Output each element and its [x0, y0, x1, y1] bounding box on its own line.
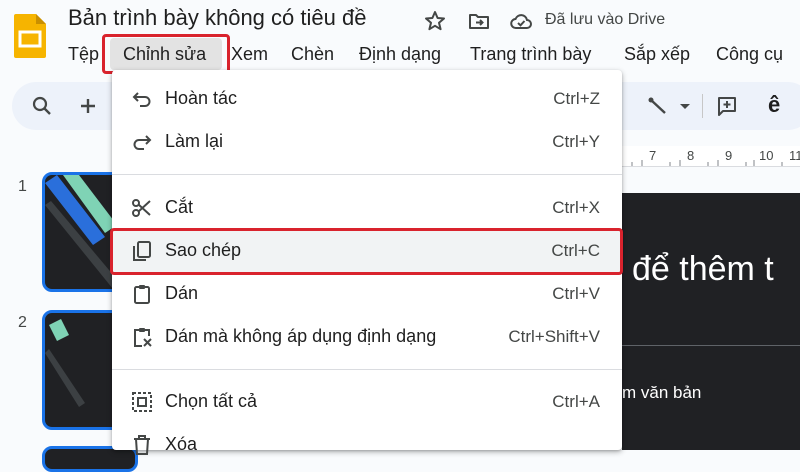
- undo-icon: [132, 92, 151, 107]
- menu-item-label: Làm lại: [165, 131, 224, 151]
- menu-tools[interactable]: Công cụ: [716, 40, 783, 68]
- menu-item-cut[interactable]: Cắt Ctrl+X: [112, 187, 622, 229]
- menu-separator: [112, 369, 622, 370]
- menu-item-label: Chọn tất cả: [165, 391, 258, 411]
- menu-item-undo[interactable]: Hoàn tác Ctrl+Z: [112, 78, 622, 120]
- star-icon[interactable]: [423, 9, 447, 33]
- menu-slide[interactable]: Trang trình bày: [470, 40, 591, 68]
- menu-edit-highlight: [102, 34, 230, 74]
- line-tool-icon[interactable]: [646, 94, 670, 118]
- slides-logo-icon[interactable]: [14, 14, 46, 58]
- menu-item-select-all[interactable]: Chọn tất cả Ctrl+A: [112, 381, 622, 423]
- trash-icon: [134, 435, 150, 455]
- scissors-icon: [132, 199, 151, 217]
- clipboard-icon: [134, 285, 150, 304]
- horizontal-ruler: 7 8 9 10 11: [622, 146, 800, 167]
- menu-item-label: Dán mà không áp dụng định dạng: [165, 326, 437, 346]
- text-input-tools-button[interactable]: ê: [768, 92, 780, 118]
- menu-item-shortcut: Ctrl+X: [552, 198, 600, 217]
- menu-item-label: Cắt: [165, 197, 194, 217]
- document-title[interactable]: Bản trình bày không có tiêu đề: [68, 5, 366, 31]
- copy-item-highlight: [110, 228, 623, 275]
- search-icon[interactable]: [30, 94, 54, 118]
- menu-format[interactable]: Định dạng: [359, 40, 441, 68]
- ruler-ticks: [631, 160, 783, 166]
- menu-item-shortcut: Ctrl+V: [552, 284, 600, 303]
- toolbar-divider: [702, 94, 703, 118]
- redo-icon: [133, 135, 152, 150]
- menu-file[interactable]: Tệp: [68, 40, 99, 68]
- select-all-icon: [132, 392, 152, 412]
- move-to-folder-icon[interactable]: [467, 9, 491, 33]
- menu-item-shortcut: Ctrl+Shift+V: [508, 327, 600, 346]
- menu-item-shortcut: Ctrl+A: [552, 392, 600, 411]
- menu-view[interactable]: Xem: [231, 40, 268, 68]
- menu-item-label: Dán: [165, 283, 199, 303]
- slide-title-placeholder[interactable]: để thêm t: [632, 250, 774, 289]
- menu-arrange[interactable]: Sắp xếp: [624, 40, 690, 68]
- saved-status: Đã lưu vào Drive: [545, 11, 666, 28]
- menu-item-paste[interactable]: Dán Ctrl+V: [112, 273, 622, 315]
- menu-separator: [112, 174, 622, 175]
- chevron-down-icon[interactable]: [678, 94, 692, 118]
- menu-item-delete[interactable]: Xóa: [112, 424, 622, 466]
- menu-item-shortcut: Ctrl+Y: [552, 132, 600, 151]
- slide-body-placeholder[interactable]: m văn bản: [622, 383, 701, 403]
- menu-item-label: Hoàn tác: [165, 88, 238, 108]
- paste-plain-icon: [134, 328, 152, 347]
- add-icon[interactable]: [76, 94, 100, 118]
- menu-item-redo[interactable]: Làm lại Ctrl+Y: [112, 121, 622, 163]
- cloud-saved-icon[interactable]: [509, 9, 533, 33]
- menu-insert[interactable]: Chèn: [291, 40, 334, 68]
- menu-item-label: Xóa: [165, 434, 198, 454]
- slide-number: 1: [18, 178, 27, 195]
- menu-item-paste-without-formatting[interactable]: Dán mà không áp dụng định dạng Ctrl+Shif…: [112, 316, 622, 358]
- slide-canvas[interactable]: [622, 193, 800, 450]
- menu-item-shortcut: Ctrl+Z: [553, 89, 600, 108]
- slide-number: 2: [18, 314, 27, 331]
- slide-divider: [622, 345, 800, 346]
- add-comment-icon[interactable]: [715, 94, 739, 118]
